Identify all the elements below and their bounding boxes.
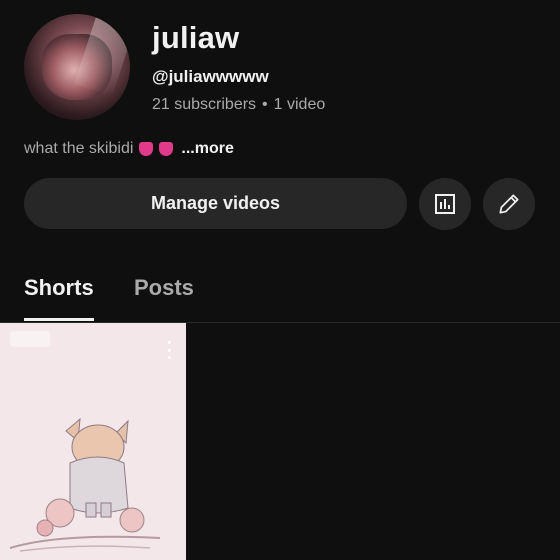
meta-separator: •: [262, 96, 268, 113]
analytics-button[interactable]: [419, 178, 471, 230]
tongue-emoji-icon: [159, 142, 174, 156]
video-count: 1 video: [273, 96, 326, 113]
tab-posts[interactable]: Posts: [134, 275, 194, 301]
short-thumbnail[interactable]: [0, 323, 186, 560]
edit-channel-button[interactable]: [483, 178, 535, 230]
more-link[interactable]: ...more: [181, 140, 233, 158]
active-tab-indicator: [24, 318, 94, 321]
channel-meta: 21 subscribers • 1 video: [152, 96, 325, 114]
manage-videos-button[interactable]: Manage videos: [24, 178, 407, 229]
avatar-shine: [74, 17, 130, 97]
analytics-icon: [435, 194, 455, 214]
thumbnail-artwork: [9, 417, 161, 552]
channel-avatar[interactable]: [24, 14, 130, 120]
tongue-emoji-icon: [139, 142, 154, 156]
channel-handle: @juliawwwww: [152, 67, 269, 86]
subscriber-count: 21 subscribers: [152, 96, 257, 113]
channel-name: juliaw: [152, 20, 240, 55]
pencil-icon: [499, 194, 519, 214]
description-text: what the skibidi: [24, 140, 134, 157]
channel-description[interactable]: what the skibidi ...more: [24, 140, 234, 158]
tab-shorts[interactable]: Shorts: [24, 275, 94, 301]
